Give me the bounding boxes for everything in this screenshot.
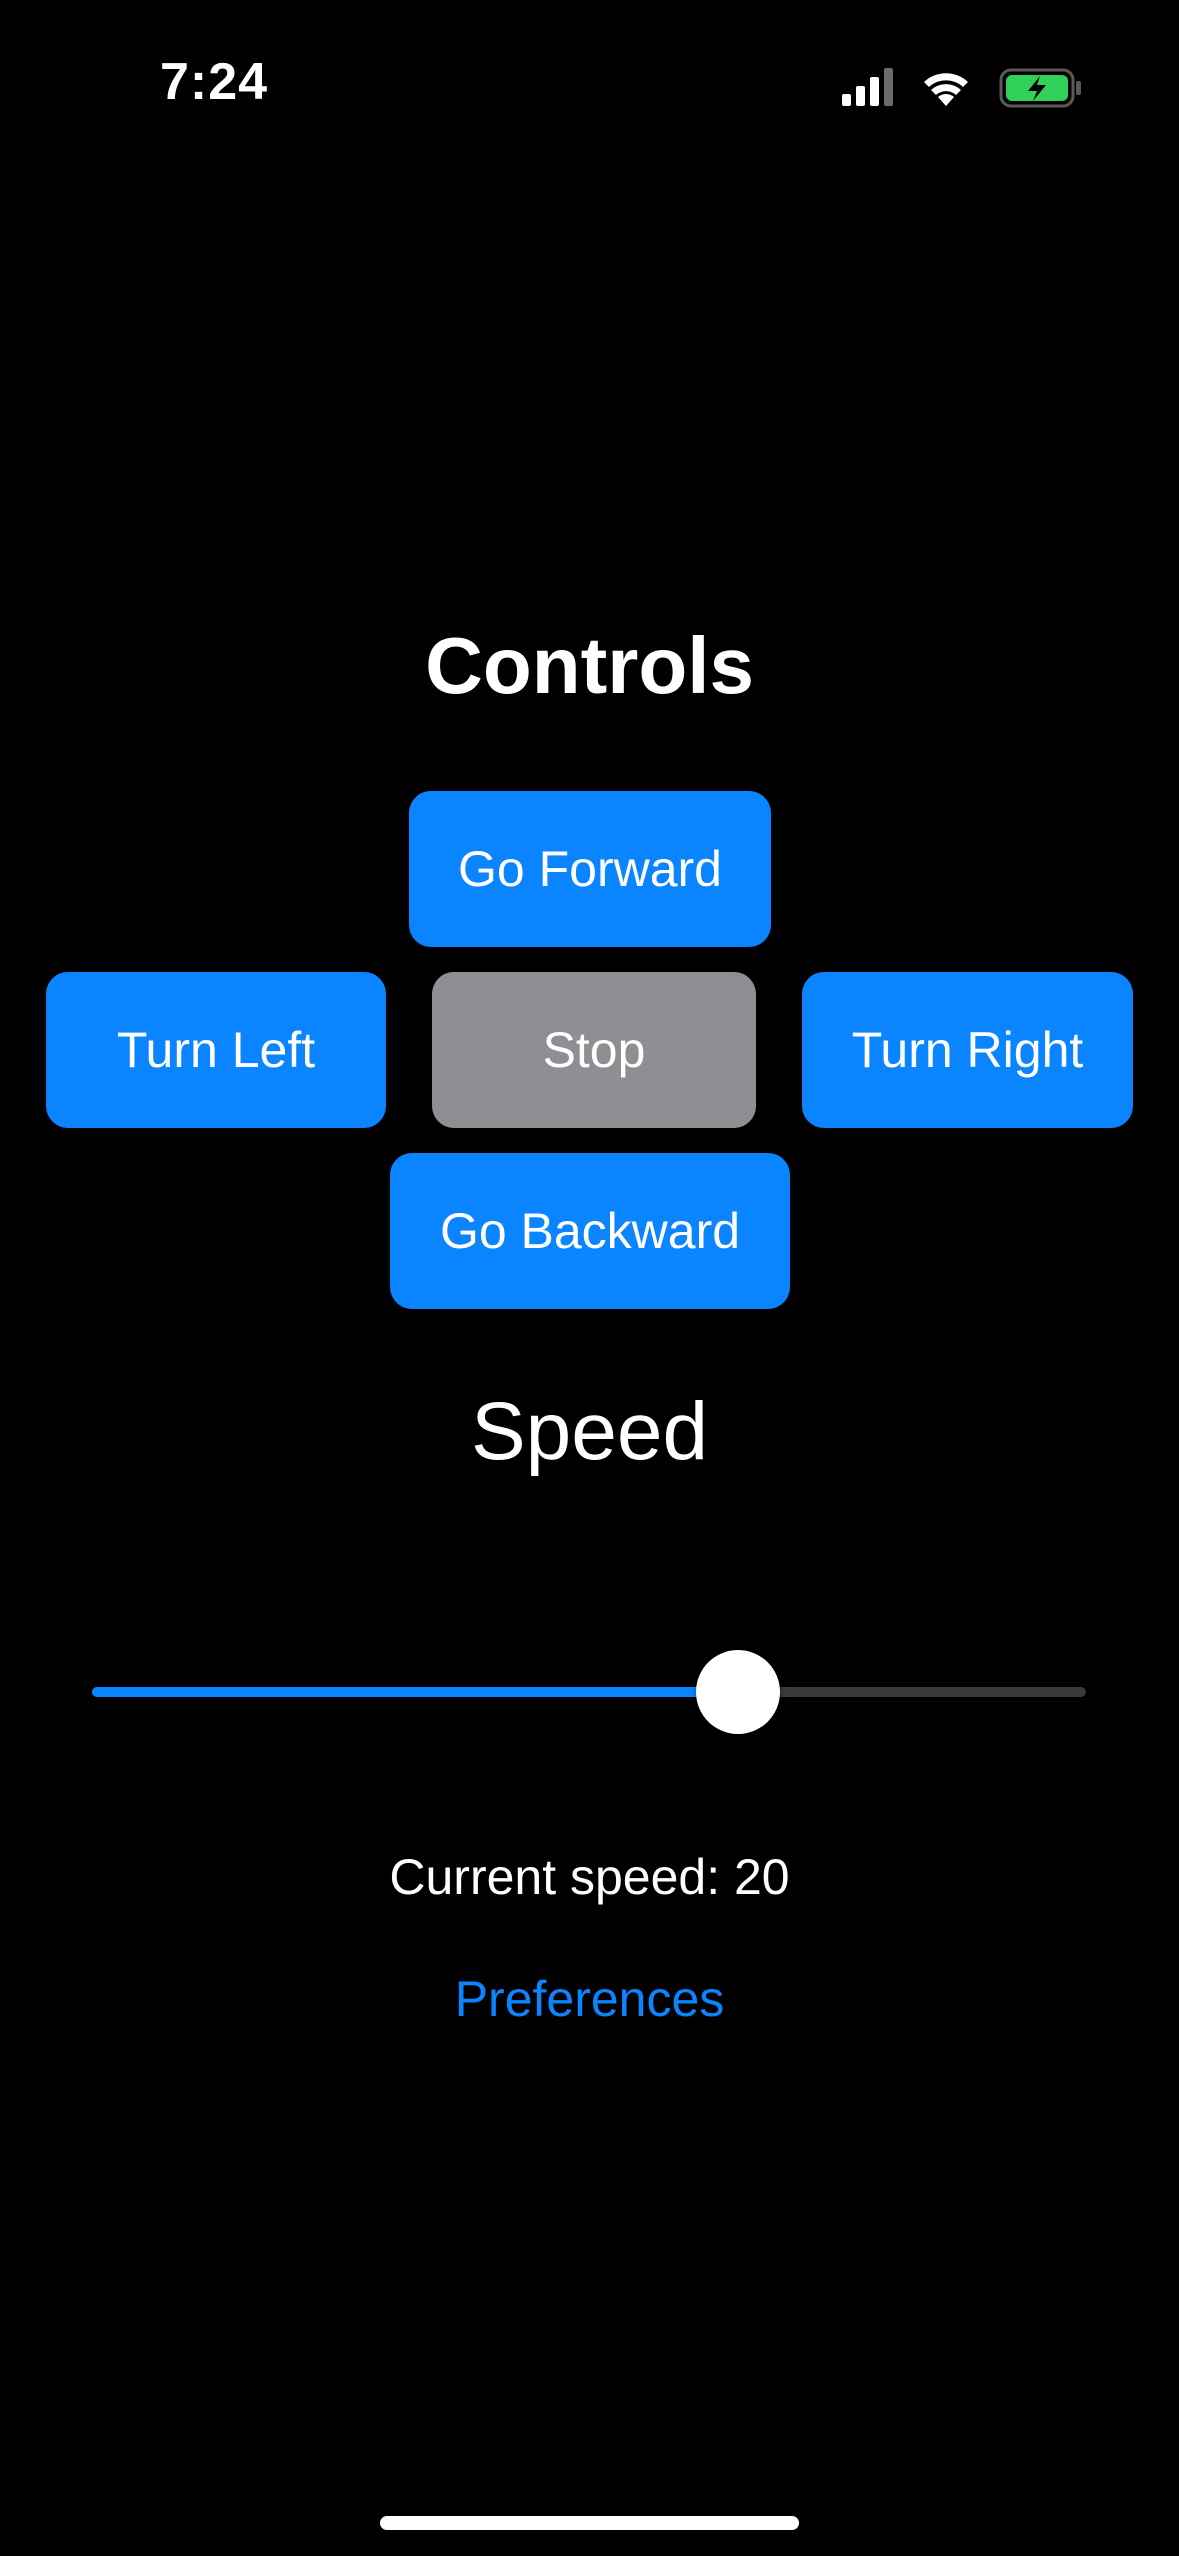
cellular-signal-icon [842,68,893,106]
turn-right-label: Turn Right [851,1022,1084,1078]
slider-thumb[interactable] [696,1650,781,1734]
turn-right-button[interactable]: Turn Right [802,972,1133,1128]
go-forward-label: Go Forward [458,841,722,897]
status-time: 7:24 [160,53,269,111]
home-indicator[interactable] [380,2516,799,2530]
slider-fill [92,1687,739,1697]
preferences-link[interactable]: Preferences [0,1970,1179,2028]
go-backward-button[interactable]: Go Backward [390,1153,790,1309]
speed-label: Speed [470,1386,709,1477]
stop-button[interactable]: Stop [432,972,756,1128]
page-title: Controls [425,621,754,710]
go-forward-button[interactable]: Go Forward [409,791,771,947]
speed-slider[interactable] [92,1650,1086,1734]
stop-label: Stop [542,1022,646,1078]
status-icons [842,68,1081,108]
battery-charging-icon [999,68,1081,108]
turn-left-button[interactable]: Turn Left [46,972,386,1128]
current-speed-text: Current speed: 20 [389,1849,790,1905]
go-backward-label: Go Backward [439,1203,741,1259]
turn-left-label: Turn Left [116,1022,316,1078]
wifi-icon [924,73,968,106]
